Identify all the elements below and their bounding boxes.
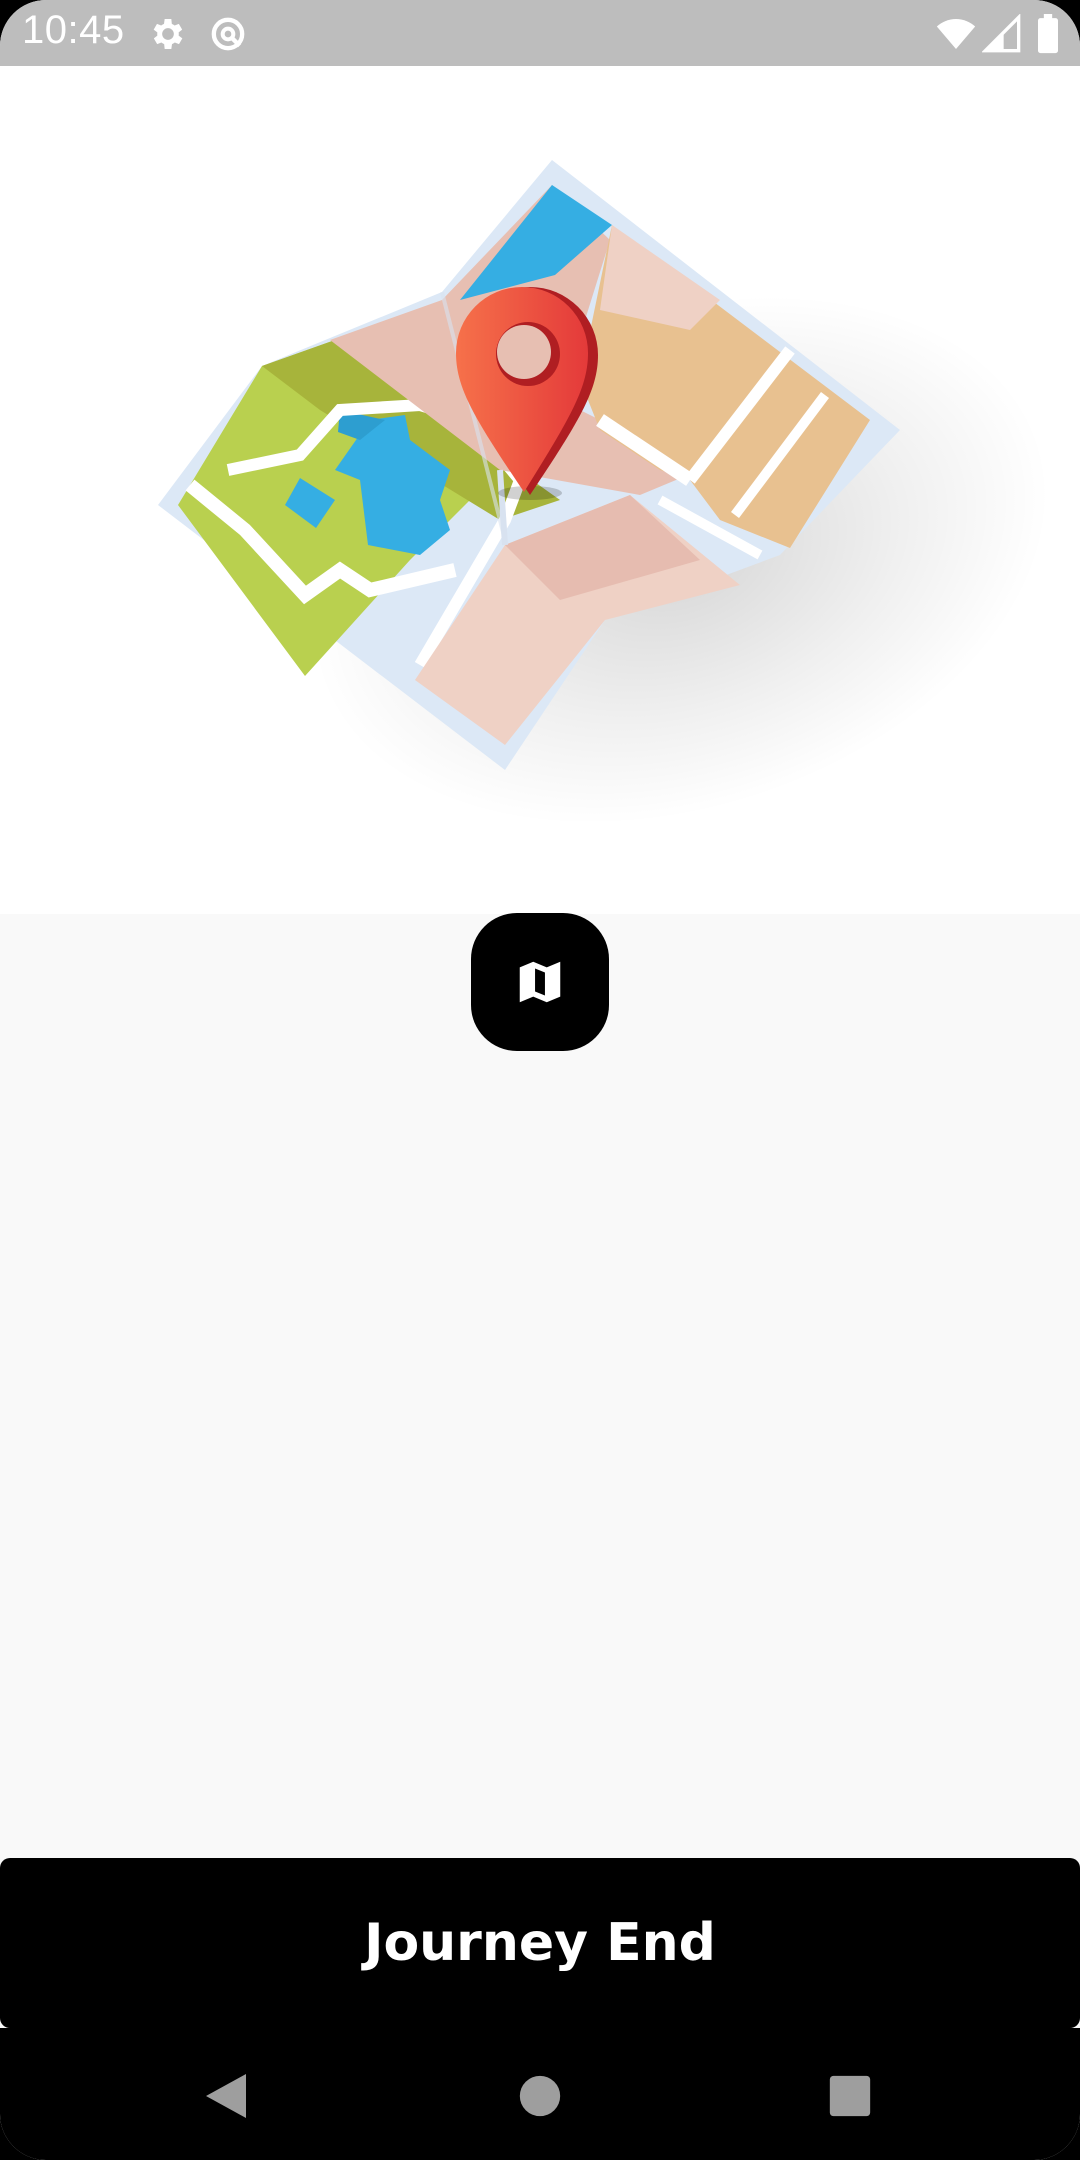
back-icon (206, 2074, 246, 2118)
journey-end-button[interactable]: Journey End (0, 1858, 1080, 2028)
hero-illustration (0, 66, 1080, 914)
recents-button[interactable] (820, 2066, 880, 2126)
back-button[interactable] (196, 2066, 256, 2126)
recents-icon (829, 2075, 871, 2117)
map-illustration (158, 160, 1050, 826)
status-time: 10:45 (22, 8, 125, 52)
home-icon (519, 2075, 561, 2117)
map-icon (519, 961, 561, 1003)
map-button[interactable] (471, 913, 609, 1051)
navigation-bar (0, 2028, 1080, 2160)
status-bar: 10:45 (0, 0, 1080, 66)
wifi-icon (936, 19, 976, 49)
app-screen: 10:45 Journey End (0, 0, 1080, 2160)
signal-icon (982, 14, 1021, 53)
home-button[interactable] (510, 2066, 570, 2126)
battery-icon (1038, 14, 1058, 54)
data-saver-icon (211, 17, 245, 51)
gear-icon (153, 19, 183, 49)
